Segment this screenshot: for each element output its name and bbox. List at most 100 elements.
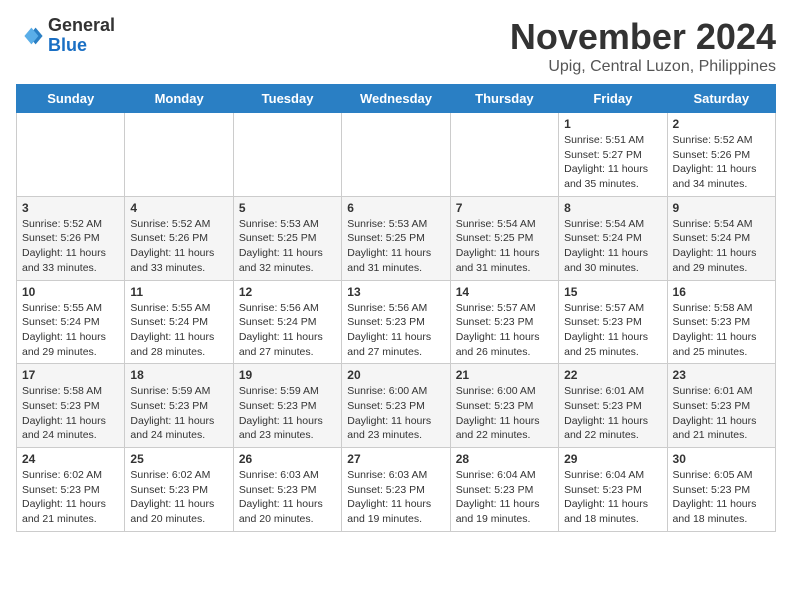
day-header-sunday: Sunday	[17, 85, 125, 113]
day-number: 13	[347, 285, 444, 299]
calendar-cell: 15 Sunrise: 5:57 AM Sunset: 5:23 PM Dayli…	[559, 280, 667, 364]
calendar-cell: 24Sunrise: 6:02 AM Sunset: 5:23 PM Dayli…	[17, 448, 125, 532]
logo-general: General	[48, 15, 115, 35]
day-number: 3	[22, 201, 119, 215]
calendar-cell: 14 Sunrise: 5:57 AM Sunset: 5:23 PM Dayli…	[450, 280, 558, 364]
calendar-cell: 18 Sunrise: 5:59 AM Sunset: 5:23 PM Dayli…	[125, 364, 233, 448]
calendar-body: 1 Sunrise: 5:51 AM Sunset: 5:27 PM Daylig…	[17, 113, 776, 532]
day-number: 17	[22, 368, 119, 382]
calendar-cell	[125, 113, 233, 197]
day-info: Sunrise: 5:59 AM Sunset: 5:23 PM Dayligh…	[130, 384, 227, 443]
calendar-cell: 13 Sunrise: 5:56 AM Sunset: 5:23 PM Dayli…	[342, 280, 450, 364]
day-number: 8	[564, 201, 661, 215]
day-info: Sunrise: 5:58 AM Sunset: 5:23 PM Dayligh…	[22, 384, 119, 443]
week-row-4: 24Sunrise: 6:02 AM Sunset: 5:23 PM Dayli…	[17, 448, 776, 532]
day-info: Sunrise: 5:57 AM Sunset: 5:23 PM Dayligh…	[456, 301, 553, 360]
calendar-cell: 27Sunrise: 6:03 AM Sunset: 5:23 PM Dayli…	[342, 448, 450, 532]
day-info: Sunrise: 6:02 AM Sunset: 5:23 PM Dayligh…	[130, 468, 227, 527]
calendar-cell: 20 Sunrise: 6:00 AM Sunset: 5:23 PM Dayli…	[342, 364, 450, 448]
calendar-cell: 3Sunrise: 5:52 AM Sunset: 5:26 PM Daylig…	[17, 196, 125, 280]
calendar-cell: 28 Sunrise: 6:04 AM Sunset: 5:23 PM Dayli…	[450, 448, 558, 532]
calendar-cell: 7Sunrise: 5:54 AM Sunset: 5:25 PM Daylig…	[450, 196, 558, 280]
day-number: 15	[564, 285, 661, 299]
day-info: Sunrise: 5:53 AM Sunset: 5:25 PM Dayligh…	[347, 217, 444, 276]
day-info: Sunrise: 5:54 AM Sunset: 5:24 PM Dayligh…	[564, 217, 661, 276]
day-info: Sunrise: 5:51 AM Sunset: 5:27 PM Dayligh…	[564, 133, 661, 192]
day-number: 23	[673, 368, 770, 382]
day-info: Sunrise: 6:03 AM Sunset: 5:23 PM Dayligh…	[239, 468, 336, 527]
week-row-2: 10 Sunrise: 5:55 AM Sunset: 5:24 PM Dayli…	[17, 280, 776, 364]
day-info: Sunrise: 6:04 AM Sunset: 5:23 PM Dayligh…	[456, 468, 553, 527]
location-subtitle: Upig, Central Luzon, Philippines	[510, 58, 776, 76]
calendar-cell: 4 Sunrise: 5:52 AM Sunset: 5:26 PM Daylig…	[125, 196, 233, 280]
calendar-cell: 26 Sunrise: 6:03 AM Sunset: 5:23 PM Dayli…	[233, 448, 341, 532]
calendar-cell: 21 Sunrise: 6:00 AM Sunset: 5:23 PM Dayli…	[450, 364, 558, 448]
calendar-cell: 1 Sunrise: 5:51 AM Sunset: 5:27 PM Daylig…	[559, 113, 667, 197]
day-number: 7	[456, 201, 553, 215]
calendar-cell: 30 Sunrise: 6:05 AM Sunset: 5:23 PM Dayli…	[667, 448, 775, 532]
day-info: Sunrise: 5:56 AM Sunset: 5:24 PM Dayligh…	[239, 301, 336, 360]
day-header-thursday: Thursday	[450, 85, 558, 113]
calendar-cell: 22 Sunrise: 6:01 AM Sunset: 5:23 PM Dayli…	[559, 364, 667, 448]
calendar-cell: 5Sunrise: 5:53 AM Sunset: 5:25 PM Daylig…	[233, 196, 341, 280]
day-info: Sunrise: 6:03 AM Sunset: 5:23 PM Dayligh…	[347, 468, 444, 527]
calendar-cell: 12Sunrise: 5:56 AM Sunset: 5:24 PM Dayli…	[233, 280, 341, 364]
day-number: 10	[22, 285, 119, 299]
day-number: 28	[456, 452, 553, 466]
logo-blue: Blue	[48, 35, 87, 55]
day-info: Sunrise: 6:04 AM Sunset: 5:23 PM Dayligh…	[564, 468, 661, 527]
day-info: Sunrise: 6:05 AM Sunset: 5:23 PM Dayligh…	[673, 468, 770, 527]
calendar-table: SundayMondayTuesdayWednesdayThursdayFrid…	[16, 84, 776, 532]
day-number: 21	[456, 368, 553, 382]
day-info: Sunrise: 6:00 AM Sunset: 5:23 PM Dayligh…	[347, 384, 444, 443]
day-info: Sunrise: 6:00 AM Sunset: 5:23 PM Dayligh…	[456, 384, 553, 443]
day-number: 25	[130, 452, 227, 466]
day-info: Sunrise: 5:56 AM Sunset: 5:23 PM Dayligh…	[347, 301, 444, 360]
day-info: Sunrise: 6:01 AM Sunset: 5:23 PM Dayligh…	[673, 384, 770, 443]
calendar-cell: 29Sunrise: 6:04 AM Sunset: 5:23 PM Dayli…	[559, 448, 667, 532]
day-info: Sunrise: 6:02 AM Sunset: 5:23 PM Dayligh…	[22, 468, 119, 527]
page-header: General Blue November 2024 Upig, Central…	[16, 16, 776, 76]
calendar-cell: 6Sunrise: 5:53 AM Sunset: 5:25 PM Daylig…	[342, 196, 450, 280]
calendar-cell: 23 Sunrise: 6:01 AM Sunset: 5:23 PM Dayli…	[667, 364, 775, 448]
day-number: 1	[564, 117, 661, 131]
day-number: 19	[239, 368, 336, 382]
day-number: 16	[673, 285, 770, 299]
day-number: 4	[130, 201, 227, 215]
week-row-1: 3 Sunrise: 5:52 AM Sunset: 5:26 PM Daylig…	[17, 196, 776, 280]
day-number: 5	[239, 201, 336, 215]
day-info: Sunrise: 5:59 AM Sunset: 5:23 PM Dayligh…	[239, 384, 336, 443]
calendar-cell	[17, 113, 125, 197]
title-block: November 2024 Upig, Central Luzon, Phili…	[510, 16, 776, 76]
day-info: Sunrise: 5:54 AM Sunset: 5:24 PM Dayligh…	[673, 217, 770, 276]
day-number: 14	[456, 285, 553, 299]
calendar-cell: 17 Sunrise: 5:58 AM Sunset: 5:23 PM Dayli…	[17, 364, 125, 448]
day-header-tuesday: Tuesday	[233, 85, 341, 113]
day-header-wednesday: Wednesday	[342, 85, 450, 113]
logo-icon	[16, 22, 44, 50]
day-number: 22	[564, 368, 661, 382]
logo: General Blue	[16, 16, 115, 56]
day-number: 11	[130, 285, 227, 299]
day-info: Sunrise: 6:01 AM Sunset: 5:23 PM Dayligh…	[564, 384, 661, 443]
day-info: Sunrise: 5:58 AM Sunset: 5:23 PM Dayligh…	[673, 301, 770, 360]
day-number: 18	[130, 368, 227, 382]
day-info: Sunrise: 5:57 AM Sunset: 5:23 PM Dayligh…	[564, 301, 661, 360]
day-header-saturday: Saturday	[667, 85, 775, 113]
calendar-header: SundayMondayTuesdayWednesdayThursdayFrid…	[17, 85, 776, 113]
day-number: 30	[673, 452, 770, 466]
week-row-3: 17 Sunrise: 5:58 AM Sunset: 5:23 PM Dayli…	[17, 364, 776, 448]
calendar-cell: 16 Sunrise: 5:58 AM Sunset: 5:23 PM Dayli…	[667, 280, 775, 364]
day-header-monday: Monday	[125, 85, 233, 113]
calendar-cell: 10 Sunrise: 5:55 AM Sunset: 5:24 PM Dayli…	[17, 280, 125, 364]
week-row-0: 1 Sunrise: 5:51 AM Sunset: 5:27 PM Daylig…	[17, 113, 776, 197]
day-number: 20	[347, 368, 444, 382]
day-info: Sunrise: 5:55 AM Sunset: 5:24 PM Dayligh…	[22, 301, 119, 360]
calendar-cell: 2Sunrise: 5:52 AM Sunset: 5:26 PM Daylig…	[667, 113, 775, 197]
calendar-cell	[233, 113, 341, 197]
day-number: 26	[239, 452, 336, 466]
calendar-cell: 9Sunrise: 5:54 AM Sunset: 5:24 PM Daylig…	[667, 196, 775, 280]
header-row: SundayMondayTuesdayWednesdayThursdayFrid…	[17, 85, 776, 113]
day-info: Sunrise: 5:52 AM Sunset: 5:26 PM Dayligh…	[130, 217, 227, 276]
calendar-cell: 19 Sunrise: 5:59 AM Sunset: 5:23 PM Dayli…	[233, 364, 341, 448]
